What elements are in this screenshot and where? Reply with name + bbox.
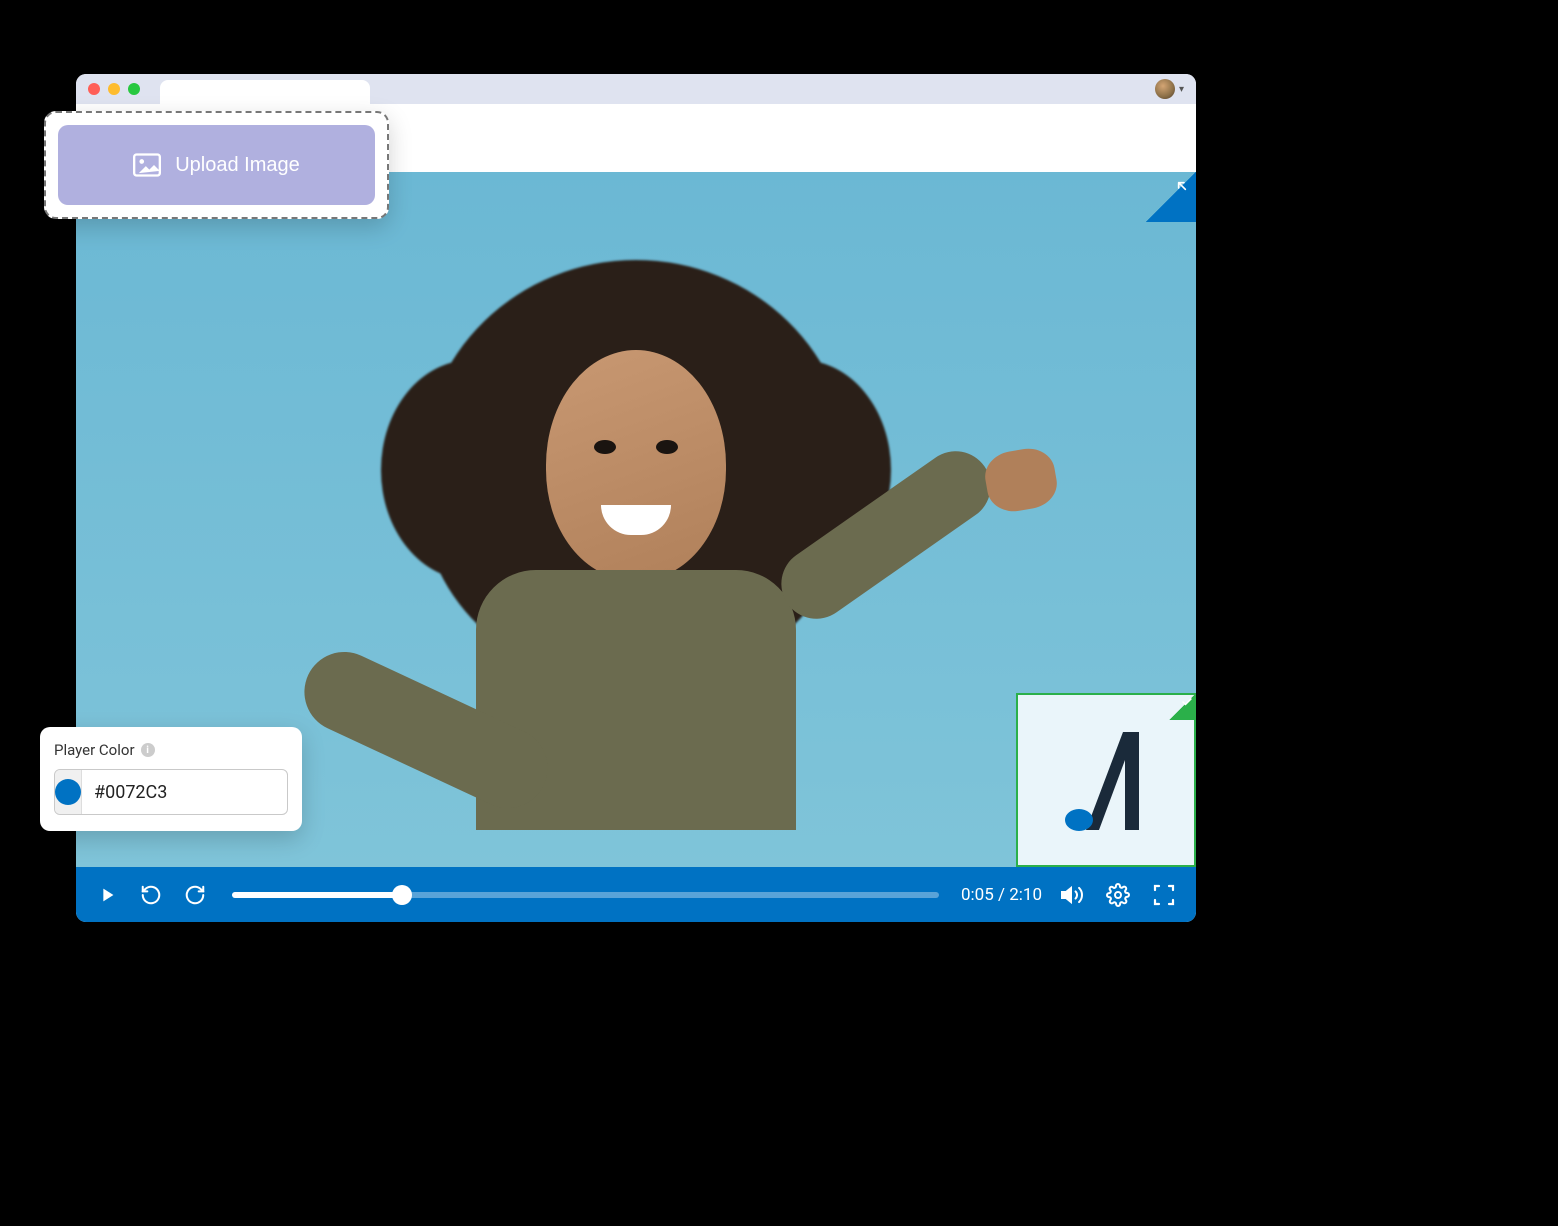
progress-thumb[interactable] [392,885,412,905]
browser-chrome: ▾ [76,74,1196,104]
player-color-panel: Player Color i [40,727,302,831]
rewind-button[interactable] [136,880,166,910]
upload-image-button[interactable]: Upload Image [58,125,375,205]
info-icon[interactable]: i [141,743,155,757]
color-hex-input[interactable] [82,782,288,803]
account-menu[interactable]: ▾ [1155,79,1184,99]
color-swatch-button[interactable] [55,770,82,814]
close-window-button[interactable] [88,83,100,95]
upload-drop-zone[interactable]: Upload Image [44,111,389,219]
video-content [336,250,936,850]
minimize-window-button[interactable] [108,83,120,95]
video-player-controls: 0:05 / 2:10 [76,867,1196,922]
player-color-label: Player Color [54,741,135,759]
settings-button[interactable] [1102,879,1134,911]
resize-corner-icon[interactable] [1146,172,1196,222]
upload-button-label: Upload Image [175,154,300,177]
color-input[interactable] [54,769,288,815]
check-icon [1169,694,1195,720]
avatar [1155,79,1175,99]
time-display: 0:05 / 2:10 [961,885,1042,905]
browser-tab[interactable] [160,80,370,104]
volume-button[interactable] [1056,879,1088,911]
chevron-down-icon: ▾ [1179,84,1184,95]
play-button[interactable] [92,880,122,910]
image-icon [133,153,161,177]
forward-button[interactable] [180,880,210,910]
logo-overlay[interactable] [1016,693,1196,867]
maximize-window-button[interactable] [128,83,140,95]
window-controls [88,83,140,95]
color-swatch [55,779,81,805]
progress-slider[interactable] [232,892,939,898]
fullscreen-button[interactable] [1148,879,1180,911]
brand-logo-icon [1051,720,1161,840]
progress-fill [232,892,402,898]
